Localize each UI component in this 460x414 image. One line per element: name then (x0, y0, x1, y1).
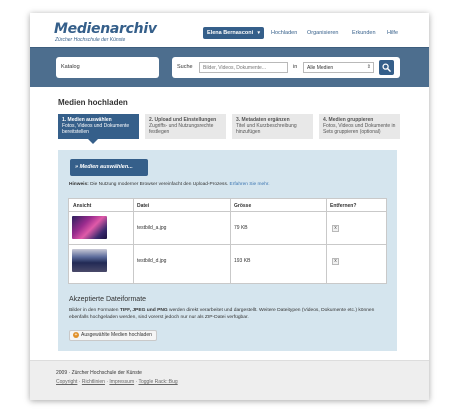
divider (230, 199, 231, 283)
scope-select-value: Alle Medien (307, 65, 334, 71)
app-window: Medienarchiv Zürcher Hochschule der Küns… (30, 13, 429, 400)
formats-title: Akzeptierte Dateiformate (69, 296, 147, 303)
step-description: Fotos, Videos und Dokumente bereitstelle… (62, 123, 130, 135)
nav-erkunden[interactable]: Erkunden (352, 30, 376, 36)
column-header-remove: Entfernen? (330, 203, 357, 209)
step-4: 4. Medien gruppieren Fotos, Videos und D… (319, 114, 400, 139)
logo-title[interactable]: Medienarchiv (54, 21, 157, 37)
file-name: testbild_d.jpg (137, 258, 167, 264)
user-name: Elena Bernasconi (207, 30, 254, 36)
formats-description: Bilder in den Formaten TIFF, JPEG und PN… (69, 307, 389, 321)
column-header-file: Datei (137, 203, 150, 209)
column-header-size: Grösse (234, 203, 252, 209)
logo-subtitle: Zürcher Hochschule der Künste (55, 37, 126, 43)
nav-organisieren[interactable]: Organisieren (307, 30, 339, 36)
header: Medienarchiv Zürcher Hochschule der Küns… (30, 13, 429, 47)
upload-selected-button[interactable]: + Ausgewählte Medien hochladen (69, 330, 157, 341)
file-name: testbild_a.jpg (137, 225, 167, 231)
active-step-pointer (88, 139, 98, 144)
file-table: Ansicht Datei Grösse Entfernen? testbild… (68, 198, 387, 284)
in-label: in (293, 64, 298, 70)
katalog-button[interactable]: Katalog (56, 57, 159, 78)
select-media-button[interactable]: » Medien auswählen... (70, 159, 148, 176)
upload-panel: » Medien auswählen... Hinweis: Die Nutzu… (58, 150, 397, 351)
remove-file-button[interactable]: x (332, 225, 339, 232)
footer: 2009 · Zürcher Hochschule der Künste Cop… (30, 360, 429, 400)
divider (326, 199, 327, 283)
remove-file-button[interactable]: x (332, 258, 339, 265)
chevron-down-icon: ⇕ (366, 64, 371, 70)
hint-body: Die Nutzung moderner Browser vereinfacht… (90, 182, 229, 187)
search-panel: Suche in Alle Medien ⇕ (172, 57, 400, 78)
hint-text: Hinweis: Die Nutzung moderner Browser ve… (69, 182, 270, 187)
formats-text-part: werden direkt verarbeitet und dargestell… (167, 308, 375, 313)
thumbnail-image (72, 216, 107, 239)
hint-prefix: Hinweis: (69, 182, 89, 187)
hint-link[interactable]: Erfahren Sie mehr. (230, 182, 270, 187)
nav-hochladen[interactable]: Hochladen (271, 30, 297, 36)
step-description: Titel und Kurzbeschreibung hinzufügen (236, 123, 297, 135)
column-header-preview: Ansicht (73, 203, 92, 209)
search-label: Suche (177, 64, 193, 70)
formats-text-part: Bilder in den Formaten (69, 308, 120, 313)
formats-text-part: ebenfalls hochgeladen werden, sind vorer… (69, 315, 249, 320)
step-description: Fotos, Videos und Dokumente in Sets grup… (323, 123, 396, 135)
step-description: Zugriffs- und Nutzungsrechte festlegen (149, 123, 214, 135)
search-input[interactable] (199, 62, 288, 73)
thumbnail-image (72, 249, 107, 272)
user-menu-button[interactable]: Elena Bernasconi ▾ (203, 27, 264, 39)
upload-button-label: Ausgewählte Medien hochladen (81, 332, 152, 338)
divider (69, 244, 386, 245)
footer-link-richtlinien[interactable]: Richtlinien (82, 379, 105, 385)
step-2: 2. Upload und Einstellungen Zugriffs- un… (145, 114, 226, 139)
footer-link-copyright[interactable]: Copyright (56, 379, 77, 385)
file-size: 193 KB (234, 258, 251, 264)
plus-icon: + (73, 332, 79, 338)
footer-link-toggle-rack-bug[interactable]: Toggle Rack::Bug (138, 379, 177, 385)
chevron-down-icon: ▾ (257, 30, 260, 36)
divider (69, 211, 386, 212)
formats-highlight: TIFF, JPEG und PNG (119, 308, 168, 313)
page-title: Medien hochladen (58, 98, 128, 107)
nav-hilfe[interactable]: Hilfe (387, 30, 398, 36)
divider (133, 199, 134, 283)
footer-link-impressum[interactable]: Impressum (109, 379, 134, 385)
step-3: 3. Metadaten ergänzen Titel und Kurzbesc… (232, 114, 313, 139)
file-size: 79 KB (234, 225, 248, 231)
search-icon (382, 63, 391, 72)
footer-copyright: 2009 · Zürcher Hochschule der Künste (56, 370, 142, 376)
step-1: 1. Medien auswählen Fotos, Videos und Do… (58, 114, 139, 139)
scope-select[interactable]: Alle Medien ⇕ (303, 62, 374, 73)
search-button[interactable] (379, 60, 394, 75)
search-bar: Katalog Suche in Alle Medien ⇕ (30, 47, 429, 87)
footer-links: Copyright · Richtlinien · Impressum · To… (56, 379, 178, 385)
